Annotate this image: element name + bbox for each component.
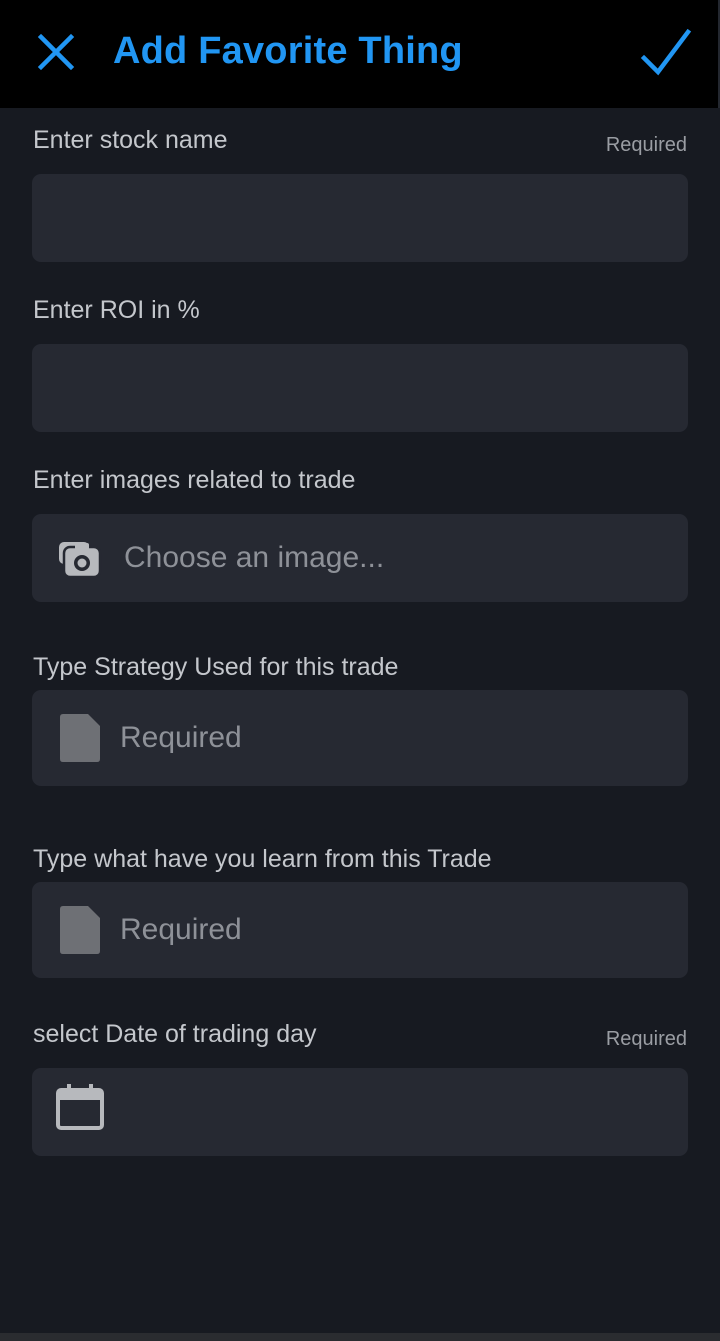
learned-label: Type what have you learn from this Trade	[33, 845, 492, 873]
images-label: Enter images related to trade	[33, 466, 356, 494]
close-icon	[37, 33, 75, 71]
document-icon	[60, 714, 100, 762]
strategy-label: Type Strategy Used for this trade	[33, 653, 399, 681]
page-title: Add Favorite Thing	[113, 30, 463, 72]
stock-name-field[interactable]	[32, 174, 688, 262]
date-required-note: Required	[605, 1028, 687, 1050]
close-button[interactable]	[34, 30, 78, 74]
roi-label: Enter ROI in %	[33, 296, 200, 324]
date-picker-field[interactable]	[32, 1068, 688, 1156]
bottom-divider	[0, 1333, 720, 1341]
strategy-field[interactable]: Required	[32, 690, 688, 786]
roi-field[interactable]	[32, 344, 688, 432]
stock-name-input[interactable]	[32, 174, 688, 262]
stock-name-label: Enter stock name	[33, 126, 228, 154]
camera-icon	[59, 542, 102, 579]
date-label: select Date of trading day	[33, 1020, 317, 1048]
confirm-button[interactable]	[638, 26, 692, 80]
document-icon	[60, 906, 100, 954]
roi-input[interactable]	[32, 344, 688, 432]
stock-name-required-note: Required	[605, 134, 687, 156]
top-app-bar: Add Favorite Thing	[0, 0, 718, 108]
check-icon	[640, 28, 692, 76]
app-screen: Add Favorite Thing Enter stock name Requ…	[0, 0, 720, 1341]
learned-placeholder: Required	[120, 913, 242, 946]
learned-field[interactable]: Required	[32, 882, 688, 978]
image-picker-placeholder: Choose an image...	[124, 541, 385, 574]
calendar-icon	[56, 1084, 104, 1130]
strategy-placeholder: Required	[120, 721, 242, 754]
image-picker-field[interactable]: Choose an image...	[32, 514, 688, 602]
